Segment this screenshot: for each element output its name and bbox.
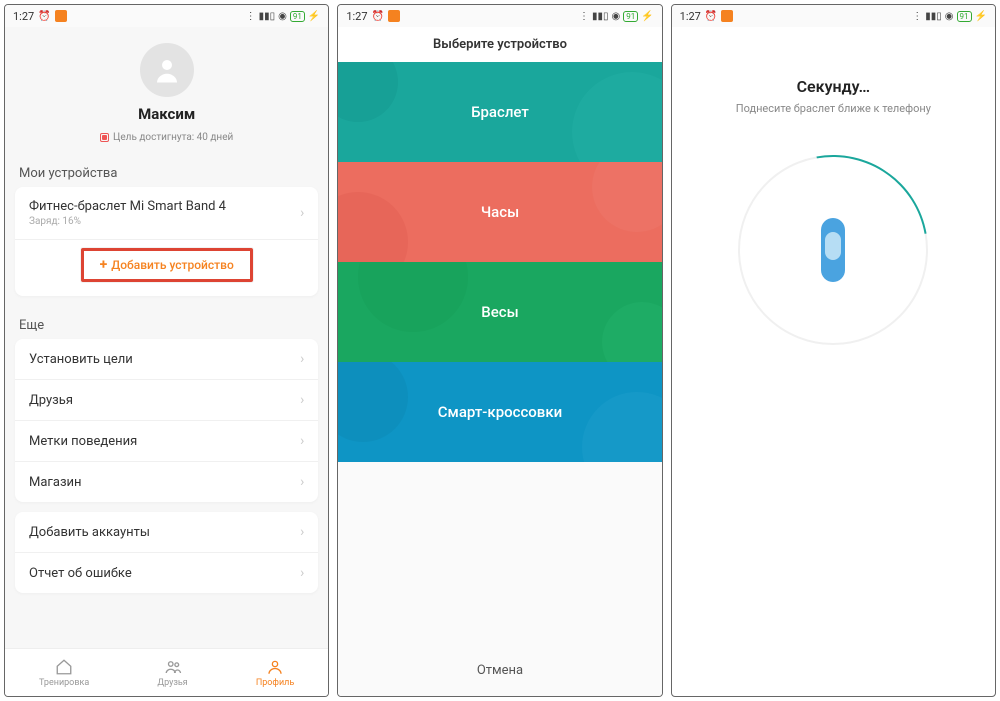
screen-select-device: 1:27 ⏰ ⋮ ▮▮▯ ◉ 91 ⚡ Выберите устройство … xyxy=(337,4,662,697)
nav-workout[interactable]: Тренировка xyxy=(39,658,89,688)
goal-badge-icon xyxy=(100,133,109,142)
chevron-right-icon: › xyxy=(300,433,304,449)
searching-subtitle: Поднесите браслет ближе к телефону xyxy=(736,102,931,115)
bluetooth-icon: ⋮ xyxy=(579,11,589,22)
list-item[interactable]: Друзья› xyxy=(15,380,318,421)
add-device-label: Добавить устройство xyxy=(111,258,234,272)
tile-scale[interactable]: Весы xyxy=(338,262,661,362)
wifi-icon: ◉ xyxy=(945,11,954,22)
app-indicator-icon xyxy=(55,10,67,22)
charging-icon: ⚡ xyxy=(641,11,653,22)
chevron-right-icon: › xyxy=(300,351,304,367)
wifi-icon: ◉ xyxy=(611,11,620,22)
app-indicator-icon xyxy=(721,10,733,22)
list-item[interactable]: Метки поведения› xyxy=(15,421,318,462)
status-bar: 1:27 ⏰ ⋮ ▮▮▯ ◉ 91 ⚡ xyxy=(338,5,661,27)
charging-icon: ⚡ xyxy=(975,11,987,22)
battery-indicator: 91 xyxy=(957,11,972,22)
list-item[interactable]: Установить цели› xyxy=(15,339,318,380)
status-bar: 1:27 ⏰ ⋮ ▮▮▯ ◉ 91 ⚡ xyxy=(5,5,328,27)
tile-bracelet[interactable]: Браслет xyxy=(338,62,661,162)
chevron-right-icon: › xyxy=(300,205,304,221)
signal-icon: ▮▮▯ xyxy=(592,11,609,22)
bluetooth-icon: ⋮ xyxy=(246,11,256,22)
goal-line: Цель достигнута: 40 дней xyxy=(100,132,233,143)
section-title-more: Еще xyxy=(5,306,328,339)
screen-searching: 1:27 ⏰ ⋮ ▮▮▯ ◉ 91 ⚡ Секунду… Поднесите б… xyxy=(671,4,996,697)
chevron-right-icon: › xyxy=(300,474,304,490)
status-time: 1:27 xyxy=(13,10,34,23)
section-title-devices: Мои устройства xyxy=(5,154,328,187)
band-icon xyxy=(821,218,845,282)
nav-profile[interactable]: Профиль xyxy=(256,658,294,688)
list-item[interactable]: Добавить аккаунты› xyxy=(15,512,318,553)
username: Максим xyxy=(5,105,328,123)
avatar[interactable] xyxy=(140,43,194,97)
cancel-button[interactable]: Отмена xyxy=(338,649,661,696)
status-time: 1:27 xyxy=(680,10,701,23)
spacer xyxy=(338,462,661,649)
plus-icon: + xyxy=(100,257,108,273)
list-item[interactable]: Отчет об ошибке› xyxy=(15,553,318,593)
charging-icon: ⚡ xyxy=(308,11,320,22)
progress-spinner xyxy=(738,155,928,345)
status-time: 1:27 xyxy=(346,10,367,23)
device-tiles: Браслет Часы Весы Смарт-кроссовки xyxy=(338,62,661,649)
device-charge: Заряд: 16% xyxy=(29,216,226,227)
goal-text: Цель достигнута: 40 дней xyxy=(113,132,233,143)
chevron-right-icon: › xyxy=(300,392,304,408)
nav-friends[interactable]: Друзья xyxy=(157,658,187,688)
device-name: Фитнес-браслет Mi Smart Band 4 xyxy=(29,199,226,214)
wifi-icon: ◉ xyxy=(278,11,287,22)
profile-header: Максим Цель достигнута: 40 дней xyxy=(5,27,328,154)
battery-indicator: 91 xyxy=(623,11,638,22)
more-card: Установить цели› Друзья› Метки поведения… xyxy=(15,339,318,502)
searching-title: Секунду… xyxy=(797,77,870,96)
bottom-nav: Тренировка Друзья Профиль xyxy=(5,648,328,696)
tile-sneakers[interactable]: Смарт-кроссовки xyxy=(338,362,661,462)
status-bar: 1:27 ⏰ ⋮ ▮▮▯ ◉ 91 ⚡ xyxy=(672,5,995,27)
alarm-icon: ⏰ xyxy=(372,11,384,22)
device-row[interactable]: Фитнес-браслет Mi Smart Band 4 Заряд: 16… xyxy=(15,187,318,240)
battery-indicator: 91 xyxy=(290,11,305,22)
list-item[interactable]: Магазин› xyxy=(15,462,318,502)
app-indicator-icon xyxy=(388,10,400,22)
alarm-icon: ⏰ xyxy=(705,11,717,22)
devices-card: Фитнес-браслет Mi Smart Band 4 Заряд: 16… xyxy=(15,187,318,296)
extra-card: Добавить аккаунты› Отчет об ошибке› xyxy=(15,512,318,593)
add-device-button[interactable]: + Добавить устройство xyxy=(81,248,253,282)
alarm-icon: ⏰ xyxy=(38,11,50,22)
tile-watch[interactable]: Часы xyxy=(338,162,661,262)
chevron-right-icon: › xyxy=(300,524,304,540)
page-title: Выберите устройство xyxy=(338,27,661,62)
bluetooth-icon: ⋮ xyxy=(912,11,922,22)
screen-profile: 1:27 ⏰ ⋮ ▮▮▯ ◉ 91 ⚡ Максим Цель достигну… xyxy=(4,4,329,697)
signal-icon: ▮▮▯ xyxy=(259,11,276,22)
chevron-right-icon: › xyxy=(300,565,304,581)
signal-icon: ▮▮▯ xyxy=(925,11,942,22)
